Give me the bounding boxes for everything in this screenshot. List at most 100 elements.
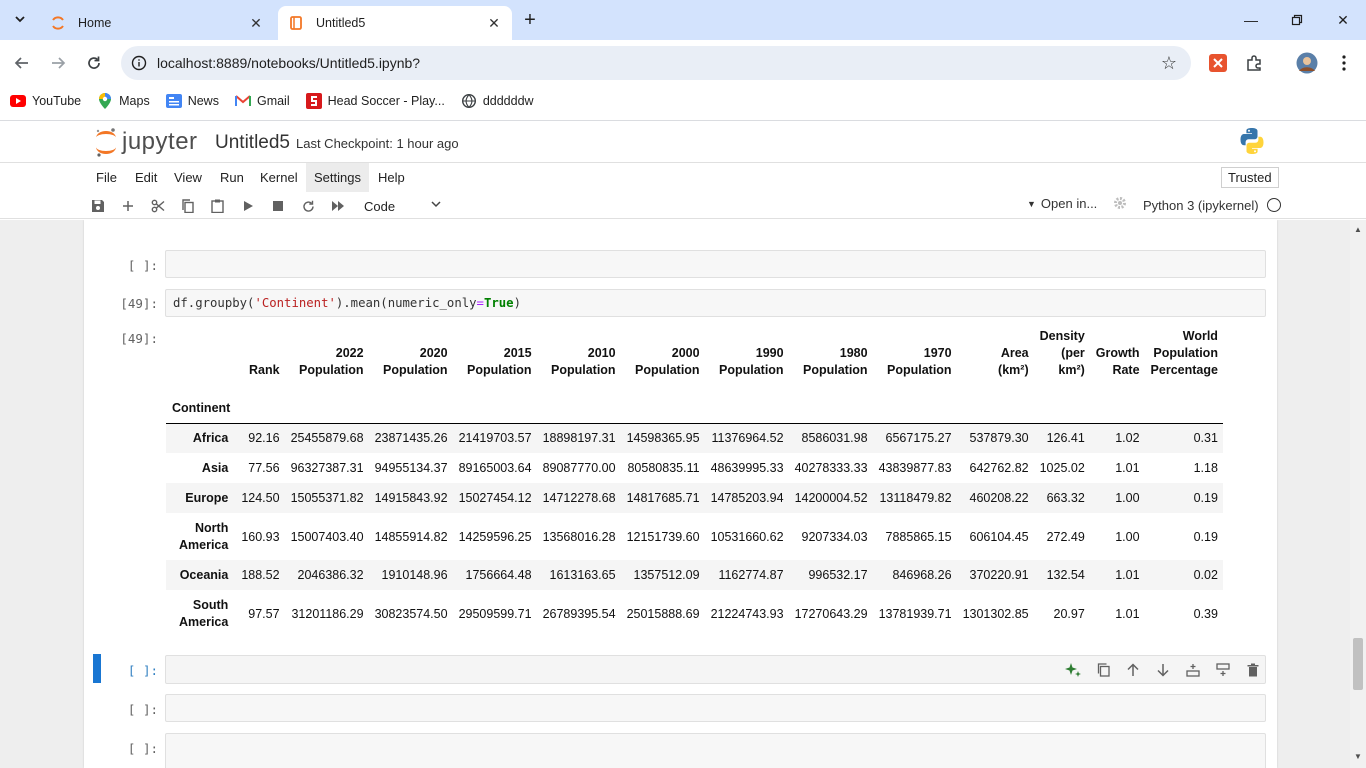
table-cell: 40278333.33 xyxy=(794,461,868,475)
code-cell-input[interactable]: df.groupby('Continent').mean(numeric_onl… xyxy=(165,289,1266,317)
empty-header-cell xyxy=(235,391,285,424)
cell-text: 2010 xyxy=(587,346,616,360)
empty-cell-input[interactable] xyxy=(165,733,1266,768)
notebook-title[interactable]: Untitled5 xyxy=(215,132,290,154)
ai-sparkle-button[interactable] xyxy=(1058,656,1088,683)
arrow-right-icon xyxy=(52,57,66,69)
minimize-window-button[interactable]: — xyxy=(1228,0,1274,40)
cell-text: 1980 xyxy=(839,346,868,360)
delete-cell-button[interactable] xyxy=(1238,656,1268,683)
table-cell: 188.52 xyxy=(241,568,280,582)
cell-type-select[interactable]: Code xyxy=(358,195,444,217)
bookmark-label: YouTube xyxy=(32,94,82,108)
table-cell: 0.31 xyxy=(1193,431,1218,446)
tab-search-button[interactable] xyxy=(8,8,32,32)
close-tab-icon[interactable]: ✕ xyxy=(484,13,504,33)
chrome-menu-icon[interactable] xyxy=(1333,52,1355,74)
restart-kernel-button[interactable] xyxy=(297,195,319,217)
menu-edit[interactable]: Edit xyxy=(127,163,165,192)
restore-window-button[interactable] xyxy=(1274,0,1320,40)
bookmark-gmail[interactable]: Gmail xyxy=(234,93,290,109)
close-window-button[interactable]: ✕ xyxy=(1320,0,1366,40)
forward-button[interactable] xyxy=(44,49,72,77)
tab-home[interactable]: Home ✕ xyxy=(40,6,274,40)
menu-view[interactable]: View xyxy=(166,163,210,192)
menu-file[interactable]: File xyxy=(88,163,125,192)
column-header: 1990 Population xyxy=(705,328,789,391)
menu-run[interactable]: Run xyxy=(212,163,252,192)
table-cell: 1.00 xyxy=(1115,491,1140,505)
trusted-indicator[interactable]: Trusted xyxy=(1221,167,1279,188)
move-cell-up-button[interactable] xyxy=(1118,656,1148,683)
url-text[interactable]: localhost:8889/notebooks/Untitled5.ipynb… xyxy=(157,55,1157,71)
duplicate-cell-button[interactable] xyxy=(1088,656,1118,683)
trash-icon xyxy=(1247,663,1259,676)
extension-icon[interactable] xyxy=(1207,52,1229,74)
scroll-thumb[interactable] xyxy=(1353,638,1363,690)
table-cell: 14785203.94 xyxy=(710,491,784,505)
insert-cell-above-button[interactable] xyxy=(1178,656,1208,683)
menu-help[interactable]: Help xyxy=(370,163,413,192)
save-button[interactable] xyxy=(87,195,109,217)
bookmark-ddddddw[interactable]: ddddddw xyxy=(461,93,534,109)
kernel-name[interactable]: Python 3 (ipykernel) xyxy=(1143,198,1259,213)
restart-run-all-button[interactable] xyxy=(327,195,349,217)
scroll-up-arrow-icon[interactable]: ▲ xyxy=(1354,225,1362,234)
bookmark-news[interactable]: News xyxy=(165,93,219,109)
insert-cell-button[interactable] xyxy=(117,195,139,217)
last-checkpoint: Last Checkpoint: 1 hour ago xyxy=(296,136,459,151)
active-cell-input[interactable] xyxy=(165,655,1266,684)
address-bar[interactable]: localhost:8889/notebooks/Untitled5.ipynb… xyxy=(121,46,1191,80)
bookmark-maps[interactable]: Maps xyxy=(97,93,150,109)
back-button[interactable] xyxy=(8,49,36,77)
table-cell: 1357512.09 xyxy=(633,568,700,582)
reload-button[interactable] xyxy=(80,49,108,77)
insert-cell-below-button[interactable] xyxy=(1208,656,1238,683)
notebook-panel[interactable]: [ ]: [49]: df.groupby('Continent').mean(… xyxy=(0,220,1366,768)
table-row: Africa 92.16 25455879.68 23871435.26 2141970… xyxy=(166,423,1223,453)
copy-button[interactable] xyxy=(176,195,198,217)
cell-text: North xyxy=(195,520,229,535)
tab-untitled5[interactable]: Untitled5 ✕ xyxy=(278,6,512,40)
table-cell: 14598365.95 xyxy=(626,431,700,446)
code-text[interactable]: df.groupby('Continent').mean(numeric_onl… xyxy=(173,296,521,310)
cell-text: Population xyxy=(634,363,700,377)
run-cell-button[interactable] xyxy=(237,195,259,217)
scroll-down-arrow-icon[interactable]: ▼ xyxy=(1354,752,1362,761)
empty-cell-input[interactable] xyxy=(165,694,1266,722)
table-cell: 48639995.33 xyxy=(710,461,784,475)
menu-settings[interactable]: Settings xyxy=(306,163,369,192)
empty-cell-input[interactable] xyxy=(165,250,1266,278)
cell-text: 1990 xyxy=(755,346,784,360)
column-header: Area (km²) xyxy=(957,328,1034,391)
cut-button[interactable] xyxy=(147,195,169,217)
bookmark-head-soccer[interactable]: Head Soccer - Play... xyxy=(305,93,445,109)
move-cell-down-button[interactable] xyxy=(1148,656,1178,683)
vertical-scrollbar[interactable]: ▲ ▼ xyxy=(1350,220,1366,768)
bookmark-star-icon[interactable]: ☆ xyxy=(1157,51,1181,75)
site-info-icon[interactable] xyxy=(129,53,149,73)
table-cell: 1025.02 xyxy=(1039,461,1085,475)
row-index-label: Oceania xyxy=(166,560,235,590)
extensions-puzzle-icon[interactable] xyxy=(1243,52,1265,74)
table-cell: 1162774.87 xyxy=(718,568,784,582)
jupyter-favicon-icon xyxy=(50,15,66,31)
paste-button[interactable] xyxy=(206,195,228,217)
cell-text: 2000 xyxy=(671,346,700,360)
menu-kernel[interactable]: Kernel xyxy=(252,163,306,192)
new-tab-button[interactable]: + xyxy=(518,8,542,32)
table-cell: 124.50 xyxy=(241,491,280,505)
bookmark-youtube[interactable]: YouTube xyxy=(10,93,81,109)
open-in-button[interactable]: ▼ Open in... xyxy=(1027,196,1097,211)
column-header: World Population Percentage xyxy=(1145,328,1223,391)
table-cell: 846968.26 xyxy=(892,568,952,582)
close-tab-icon[interactable]: ✕ xyxy=(246,13,266,33)
table-cell: 996532.17 xyxy=(808,568,868,582)
profile-avatar[interactable] xyxy=(1296,52,1318,74)
interrupt-kernel-button[interactable] xyxy=(267,195,289,217)
column-header: Growth Rate xyxy=(1090,328,1145,391)
table-cell: 15055371.82 xyxy=(290,491,364,505)
jupyter-logo[interactable]: jupyter xyxy=(94,126,198,158)
cell-text: Population xyxy=(1153,346,1218,360)
row-index-label: North America xyxy=(166,513,235,560)
